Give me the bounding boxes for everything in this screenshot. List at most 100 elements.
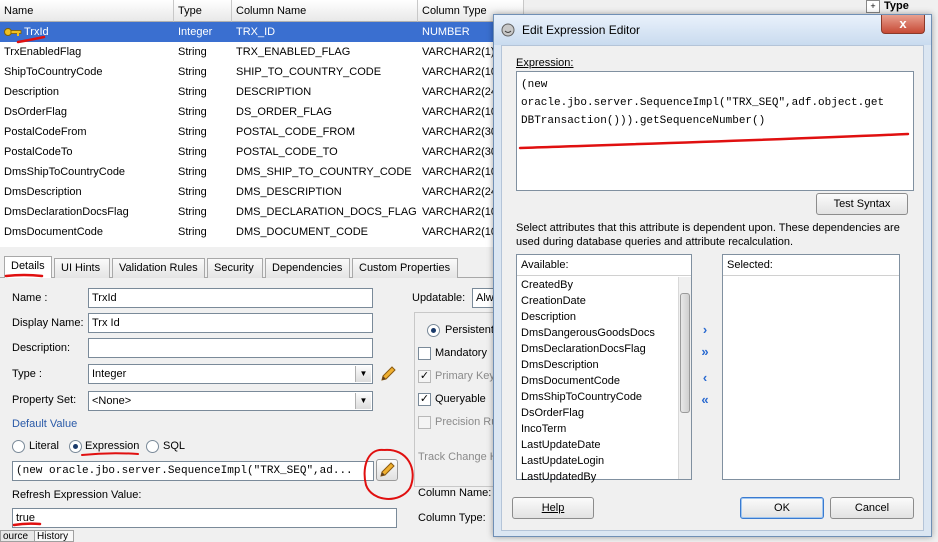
name-field[interactable]: TrxId <box>88 288 373 308</box>
column-header-type[interactable]: Type <box>174 0 232 22</box>
table-row[interactable]: Description String DESCRIPTION VARCHAR2(240… <box>0 82 502 102</box>
type-select-value: Integer <box>92 368 127 380</box>
pencil-icon[interactable] <box>378 364 398 384</box>
default-expression-field[interactable]: (new oracle.jbo.server.SequenceImpl("TRX… <box>12 461 374 481</box>
table-row[interactable]: DsOrderFlag String DS_ORDER_FLAG VARCHAR2(1… <box>0 102 502 122</box>
list-item[interactable]: DmsDangerousGoodsDocs <box>521 327 655 339</box>
available-label: Available: <box>521 259 569 271</box>
available-list[interactable]: Available: CreatedBy CreationDate Descript… <box>516 254 692 483</box>
table-row[interactable]: PostalCodeTo String POSTAL_CODE_TO VARCHAR2… <box>0 142 502 162</box>
radio-sql-label: SQL <box>163 440 186 452</box>
table-row[interactable]: DmsDeclarationDocsFlag String DMS_DECLARAT… <box>0 202 502 222</box>
list-item[interactable]: LastUpdateLogin <box>521 455 604 467</box>
refresh-expression-label: Refresh Expression Value: <box>12 489 142 501</box>
radio-expression[interactable] <box>69 440 82 453</box>
tab-details[interactable]: Details <box>4 256 52 278</box>
cell-type: String <box>178 46 207 58</box>
tab-security[interactable]: Security <box>207 258 263 278</box>
available-scrollbar[interactable] <box>678 277 691 479</box>
move-all-left-icon[interactable]: « <box>698 393 712 407</box>
cancel-button[interactable]: Cancel <box>830 497 914 519</box>
list-item[interactable]: DmsShipToCountryCode <box>521 391 642 403</box>
track-change-label: Track Change H <box>418 451 498 463</box>
list-item[interactable]: DmsDocumentCode <box>521 375 620 387</box>
close-button[interactable]: x <box>881 15 925 34</box>
tab-ui-hints[interactable]: UI Hints <box>54 258 110 278</box>
list-item[interactable]: DmsDeclarationDocsFlag <box>521 343 646 355</box>
scrollbar-thumb[interactable] <box>680 293 690 413</box>
mandatory-checkbox[interactable] <box>418 347 431 360</box>
chevron-down-icon[interactable]: ▼ <box>355 366 371 382</box>
move-all-right-icon[interactable]: » <box>698 345 712 359</box>
cell-name: DmsDescription <box>4 186 82 198</box>
cell-type: String <box>178 126 207 138</box>
edit-expression-button[interactable] <box>376 459 398 481</box>
tab-validation-rules[interactable]: Validation Rules <box>112 258 205 278</box>
radio-sql[interactable] <box>146 440 159 453</box>
cell-name: DsOrderFlag <box>4 106 67 118</box>
cell-column-name: POSTAL_CODE_TO <box>236 146 338 158</box>
description-label: Description: <box>12 342 71 354</box>
radio-literal[interactable] <box>12 440 25 453</box>
radio-persistent[interactable] <box>427 324 440 337</box>
type-select[interactable]: Integer ▼ <box>88 364 373 384</box>
tab-custom-properties[interactable]: Custom Properties <box>352 258 458 278</box>
column-header-column-name[interactable]: Column Name <box>232 0 418 22</box>
cell-column-type: VARCHAR2(10) <box>422 66 501 78</box>
chevron-down-icon[interactable]: ▼ <box>355 393 371 409</box>
cell-column-name: SHIP_TO_COUNTRY_CODE <box>236 66 382 78</box>
move-left-icon[interactable]: ‹ <box>698 371 712 385</box>
cell-type: String <box>178 146 207 158</box>
list-item[interactable]: LastUpdateDate <box>521 439 601 451</box>
expand-icon[interactable]: + <box>866 0 880 13</box>
list-item[interactable]: Description <box>521 311 576 323</box>
cell-column-type: VARCHAR2(10) <box>422 206 501 218</box>
table-row[interactable]: DmsDocumentCode String DMS_DOCUMENT_CODE VA… <box>0 222 502 242</box>
move-right-icon[interactable]: › <box>698 323 712 337</box>
list-item[interactable]: LastUpdatedBy <box>521 471 596 483</box>
cell-type: String <box>178 186 207 198</box>
cell-name: PostalCodeFrom <box>4 126 87 138</box>
cell-name: ShipToCountryCode <box>4 66 103 78</box>
expression-editor[interactable]: (new oracle.jbo.server.SequenceImpl("TRX… <box>516 71 914 191</box>
table-row[interactable]: ShipToCountryCode String SHIP_TO_COUNTRY_C… <box>0 62 502 82</box>
table-row[interactable]: DmsShipToCountryCode String DMS_SHIP_TO_CO… <box>0 162 502 182</box>
property-set-value: <None> <box>92 395 132 407</box>
list-item[interactable]: CreationDate <box>521 295 586 307</box>
list-item[interactable]: DsOrderFlag <box>521 407 584 419</box>
help-button[interactable]: Help <box>512 497 594 519</box>
list-item[interactable]: CreatedBy <box>521 279 573 291</box>
table-row[interactable]: PostalCodeFrom String POSTAL_CODE_FROM VARC… <box>0 122 502 142</box>
tab-dependencies[interactable]: Dependencies <box>265 258 350 278</box>
expression-line-2: oracle.jbo.server.SequenceImpl("TRX_SEQ"… <box>521 97 885 109</box>
list-item[interactable]: IncoTerm <box>521 423 566 435</box>
precision-rule-checkbox[interactable] <box>418 416 431 429</box>
queryable-checkbox[interactable]: ✓ <box>418 393 431 406</box>
primary-key-checkbox[interactable]: ✓ <box>418 370 431 383</box>
column-header-name[interactable]: Name <box>0 0 174 22</box>
cell-type: String <box>178 106 207 118</box>
description-field[interactable] <box>88 338 373 358</box>
table-row[interactable]: DmsDescription String DMS_DESCRIPTION VARCH… <box>0 182 502 202</box>
cell-column-name: POSTAL_CODE_FROM <box>236 126 355 138</box>
selected-list[interactable]: Selected: <box>722 254 900 480</box>
ok-button[interactable]: OK <box>740 497 824 519</box>
test-syntax-button[interactable]: Test Syntax <box>816 193 908 215</box>
property-set-select[interactable]: <None> ▼ <box>88 391 373 411</box>
tab-source[interactable]: ource <box>0 530 36 542</box>
type-label: Type : <box>12 368 42 380</box>
table-row[interactable]: TrxEnabledFlag String TRX_ENABLED_FLAG VARC… <box>0 42 502 62</box>
display-name-field[interactable]: Trx Id <box>88 313 373 333</box>
cell-column-type: VARCHAR2(240) <box>422 86 502 98</box>
table-row[interactable]: TrxId Integer TRX_ID NUMBER <box>0 22 502 42</box>
mandatory-label: Mandatory <box>435 347 487 359</box>
refresh-expression-field[interactable]: true <box>12 508 397 528</box>
cell-column-name: TRX_ENABLED_FLAG <box>236 46 351 58</box>
cell-type: Integer <box>178 26 213 38</box>
cell-column-type: VARCHAR2(10) <box>422 106 501 118</box>
list-item[interactable]: DmsDescription <box>521 359 599 371</box>
cell-column-type: VARCHAR2(10) <box>422 226 501 238</box>
tab-history[interactable]: History <box>34 530 74 542</box>
dialog-body: Expression: (new oracle.jbo.server.Seque… <box>501 45 924 531</box>
display-name-label: Display Name: <box>12 317 84 329</box>
